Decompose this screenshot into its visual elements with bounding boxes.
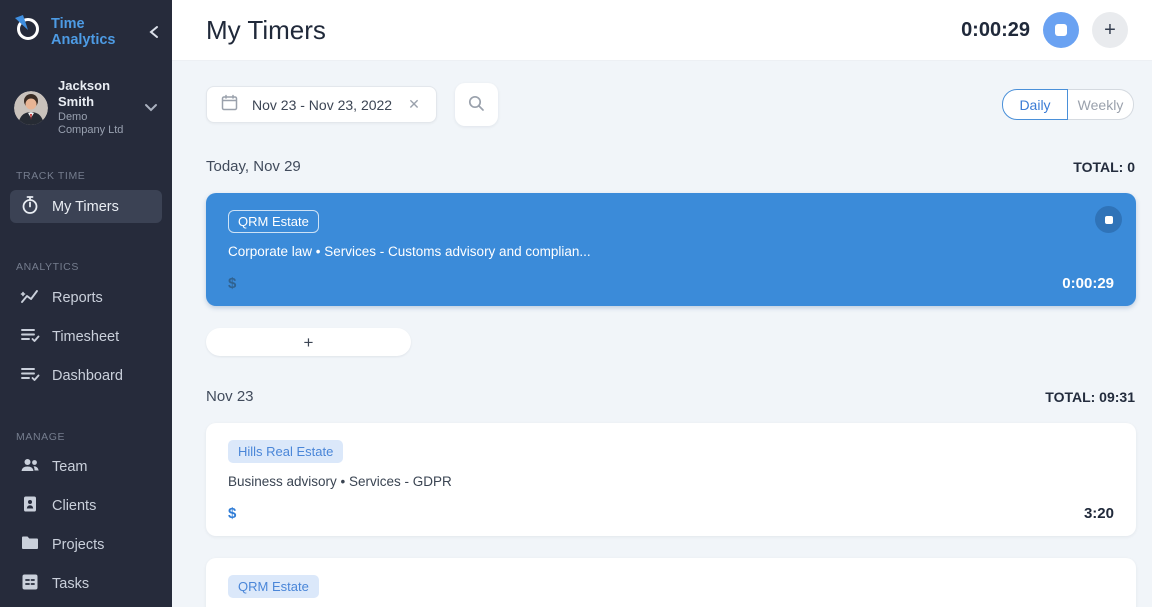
search-button[interactable] (455, 83, 498, 126)
sidebar-item-label: Projects (52, 537, 104, 553)
add-timer-button[interactable]: + (1092, 12, 1128, 48)
sidebar-collapse-icon[interactable] (148, 25, 160, 39)
view-toggle-daily[interactable]: Daily (1002, 89, 1068, 120)
sidebar-item-team[interactable]: Team (10, 451, 162, 484)
timer-entry-card-partial[interactable]: QRM Estate (206, 558, 1136, 607)
task-list-icon (20, 572, 40, 596)
section-label-manage: MANAGE (16, 431, 156, 443)
sidebar-item-my-timers[interactable]: My Timers (10, 190, 162, 223)
view-toggle: Daily Weekly (1002, 89, 1134, 120)
sidebar-item-label: Reports (52, 290, 103, 306)
user-name: Jackson Smith (58, 78, 134, 111)
entry-duration: 0:00:29 (1062, 275, 1114, 292)
client-badge: Hills Real Estate (228, 440, 343, 463)
clear-date-icon[interactable]: ✕ (406, 96, 422, 113)
sidebar-item-dashboard[interactable]: Dashboard (10, 359, 162, 392)
view-toggle-weekly[interactable]: Weekly (1068, 89, 1134, 120)
brand-name: Time Analytics (51, 16, 139, 48)
timer-entry-card[interactable]: Hills Real Estate Business advisory • Se… (206, 423, 1136, 536)
brand: Time Analytics (0, 0, 172, 48)
billable-toggle[interactable]: $ (228, 505, 236, 522)
entry-bottom-row: $ 0:00:29 (228, 275, 1114, 292)
running-timer-value: 0:00:29 (961, 19, 1030, 42)
topbar-actions: 0:00:29 + (961, 12, 1128, 48)
user-company: Demo Company Ltd (58, 111, 134, 139)
section-label-analytics: ANALYTICS (16, 261, 156, 273)
add-entry-button[interactable]: + (206, 328, 411, 356)
day-group-date: Today, Nov 29 (206, 158, 1073, 175)
contact-card-icon (20, 494, 40, 518)
sidebar-item-reports[interactable]: Reports (10, 281, 162, 314)
stop-icon (1055, 24, 1067, 36)
stop-icon (1105, 216, 1113, 224)
calendar-icon (221, 94, 238, 116)
user-meta: Jackson Smith Demo Company Ltd (58, 78, 134, 138)
sidebar-item-clients[interactable]: Clients (10, 490, 162, 523)
sidebar-item-label: Tasks (52, 576, 89, 592)
day-group-total: TOTAL: 0 (1073, 159, 1135, 175)
app-logo-icon (14, 15, 42, 48)
client-badge: QRM Estate (228, 210, 319, 233)
folder-icon (20, 533, 40, 557)
entry-description: Corporate law • Services - Customs advis… (228, 244, 1114, 259)
chevron-down-icon (144, 99, 158, 117)
day-group-total: TOTAL: 09:31 (1045, 389, 1135, 405)
page-title: My Timers (206, 15, 961, 46)
sidebar-item-label: Timesheet (52, 329, 119, 345)
date-range-value: Nov 23 - Nov 23, 2022 (252, 97, 392, 113)
sidebar-item-label: Dashboard (52, 368, 123, 384)
main-area: My Timers 0:00:29 + Nov 23 - Nov 23, 202… (172, 0, 1152, 607)
search-icon (467, 94, 485, 115)
stopwatch-icon (20, 195, 40, 219)
list-check-icon (20, 364, 40, 388)
entry-duration: 3:20 (1084, 505, 1114, 522)
client-badge: QRM Estate (228, 575, 319, 598)
entry-stop-button[interactable] (1095, 206, 1122, 233)
day-group-header: Nov 23 TOTAL: 09:31 (206, 388, 1136, 405)
day-group-date: Nov 23 (206, 388, 1045, 405)
sidebar-item-timesheet[interactable]: Timesheet (10, 320, 162, 353)
sidebar: Time Analytics Jackson Smith Demo Compan… (0, 0, 172, 607)
people-icon (20, 455, 40, 479)
sidebar-item-label: Team (52, 459, 87, 475)
avatar (14, 91, 48, 125)
trend-chart-icon (20, 286, 40, 310)
topbar: My Timers 0:00:29 + (172, 0, 1152, 61)
stop-timer-button[interactable] (1043, 12, 1079, 48)
date-range-filter[interactable]: Nov 23 - Nov 23, 2022 ✕ (206, 86, 437, 123)
section-label-track-time: TRACK TIME (16, 170, 156, 182)
sidebar-item-projects[interactable]: Projects (10, 529, 162, 562)
billable-toggle[interactable]: $ (228, 275, 236, 292)
sidebar-item-tasks[interactable]: Tasks (10, 568, 162, 601)
sidebar-item-label: My Timers (52, 199, 119, 215)
day-group-header: Today, Nov 29 TOTAL: 0 (206, 158, 1136, 175)
sidebar-item-label: Clients (52, 498, 96, 514)
entry-description: Business advisory • Services - GDPR (228, 474, 1114, 489)
account-switcher[interactable]: Jackson Smith Demo Company Ltd (14, 78, 158, 138)
timer-entry-card-running[interactable]: QRM Estate Corporate law • Services - Cu… (206, 193, 1136, 306)
list-check-icon (20, 325, 40, 349)
entry-bottom-row: $ 3:20 (228, 505, 1114, 522)
filter-row: Nov 23 - Nov 23, 2022 ✕ Daily Weekly (206, 83, 1136, 126)
content: Nov 23 - Nov 23, 2022 ✕ Daily Weekly Tod… (172, 61, 1152, 607)
